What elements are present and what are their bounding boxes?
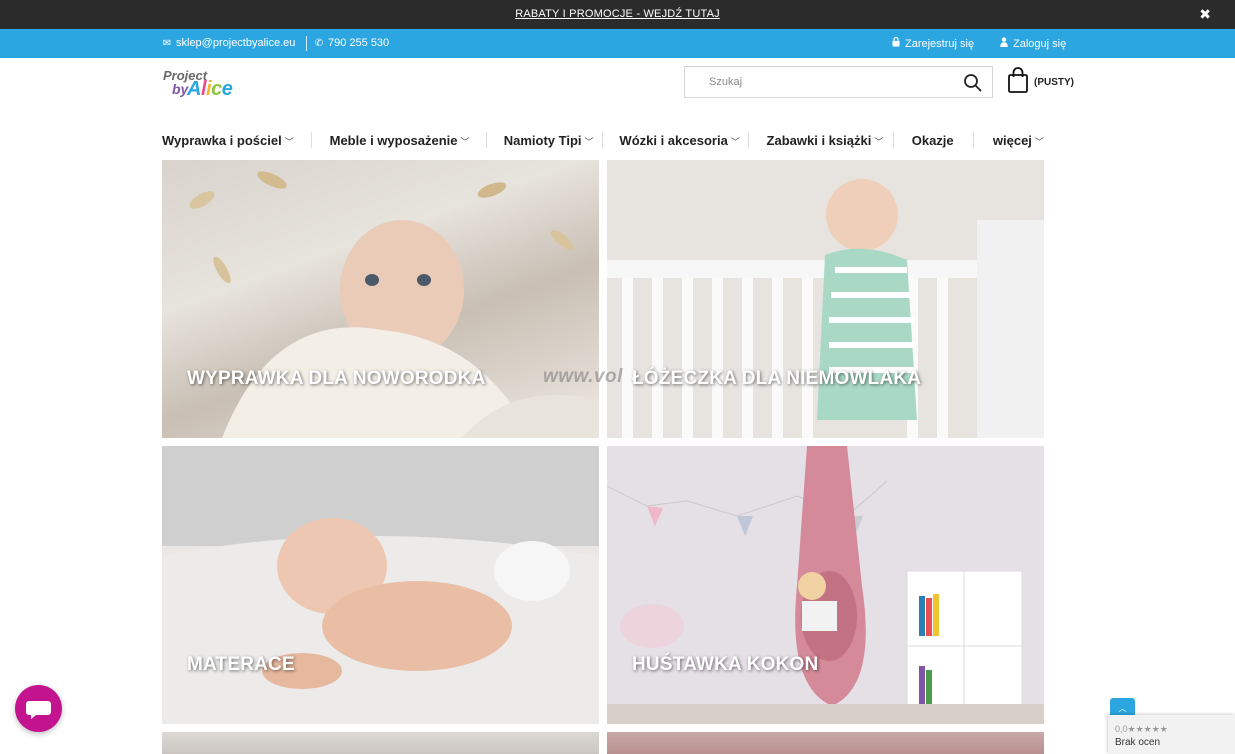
chevron-down-icon: ﹀ <box>584 136 594 147</box>
search-input[interactable] <box>685 67 955 97</box>
promo-bar: RABATY I PROMOCJE - WEJDŹ TUTAJ ✖ <box>0 0 1235 29</box>
nav-divider <box>748 132 750 148</box>
cart-button[interactable]: (PUSTY) <box>1007 66 1074 99</box>
nav-item-wiecej[interactable]: więcej ﹀ <box>993 133 1044 148</box>
user-icon <box>999 37 1009 50</box>
chevron-down-icon: ﹀ <box>460 136 470 147</box>
nav-label: Meble i wyposażenie <box>329 132 458 148</box>
chevron-up-icon: ︿ <box>1118 704 1127 713</box>
tile-caption: ŁÓŻECZKA DLA NIEMOWLAKA <box>632 368 922 389</box>
category-tile-wyprawka[interactable]: WYPRAWKA DLA NOWORODKA <box>162 160 599 438</box>
stars-icon: ★★★★★ <box>1127 724 1168 734</box>
phone-icon: ✆ <box>314 37 324 49</box>
nav-divider <box>486 132 488 148</box>
chevron-down-icon: ﹀ <box>730 136 740 147</box>
email-text: sklep@projectbyalice.eu <box>176 37 296 49</box>
reviews-label: Brak ocen <box>1115 737 1161 748</box>
chat-button[interactable] <box>15 685 62 732</box>
register-text: Zarejestruj się <box>905 37 975 50</box>
main-nav: Wyprawka i pościel ﹀ Meble i wyposażenie ﹀… <box>162 126 1044 154</box>
promo-link[interactable]: RABATY I PROMOCJE - WEJDŹ TUTAJ <box>0 8 1235 20</box>
logo-line3: Alice <box>187 78 233 100</box>
nav-item-zabawki[interactable]: Zabawki i książki ﹀ <box>767 133 884 148</box>
chevron-down-icon: ﹀ <box>874 136 884 147</box>
nav-label: Wyprawka i pościel <box>162 132 282 148</box>
nav-label: Zabawki i książki <box>766 132 872 148</box>
rating-stars: 0,0★★★★★ <box>1115 724 1168 735</box>
tile-caption: WYPRAWKA DLA NOWORODKA <box>187 368 486 389</box>
envelope-icon: ✉ <box>162 37 172 49</box>
search-box <box>684 66 993 98</box>
nav-label: więcej <box>992 132 1032 148</box>
phone-text: 790 255 530 <box>328 37 390 49</box>
login-link[interactable]: Zaloguj się <box>999 37 1066 50</box>
phone-link[interactable]: ✆ 790 255 530 <box>314 37 389 49</box>
chat-bubble-icon <box>26 701 51 719</box>
logo-line2: by <box>172 81 189 97</box>
contact-bar: ✉ sklep@projectbyalice.eu ✆ 790 255 530 … <box>0 29 1235 58</box>
nav-divider <box>892 132 894 148</box>
chevron-down-icon: ﹀ <box>284 136 294 147</box>
email-link[interactable]: ✉ sklep@projectbyalice.eu <box>162 37 296 49</box>
chevron-down-icon: ﹀ <box>1034 136 1044 147</box>
search-icon[interactable] <box>963 73 983 93</box>
nav-label: Okazje <box>911 132 954 148</box>
nav-item-wyprawka[interactable]: Wyprawka i pościel ﹀ <box>162 133 294 148</box>
close-icon[interactable]: ✖ <box>1199 6 1211 23</box>
tile-caption: MATERACE <box>187 654 295 675</box>
hanging-swing-image <box>607 446 1044 724</box>
nav-item-namioty[interactable]: Namioty Tipi ﹀ <box>504 133 594 148</box>
reviews-badge[interactable]: 0,0★★★★★ Brak ocen <box>1108 715 1235 754</box>
nav-label: Namioty Tipi <box>503 132 582 148</box>
baby-on-mattress-image <box>162 446 599 724</box>
nav-item-okazje[interactable]: Okazje <box>912 133 954 148</box>
category-tile-partial-right[interactable] <box>607 732 1044 754</box>
nav-item-wozki[interactable]: Wózki i akcesoria ﹀ <box>619 133 739 148</box>
shopping-bag-icon <box>1007 66 1029 99</box>
lock-icon <box>891 36 901 50</box>
tile-caption: HUŚTAWKA KOKON <box>632 654 819 675</box>
rating-value: 0,0 <box>1115 724 1128 734</box>
cart-label: (PUSTY) <box>1034 76 1074 88</box>
nav-divider <box>972 132 974 148</box>
nav-divider <box>601 132 603 148</box>
logo[interactable]: Project by Alice <box>163 68 241 104</box>
nav-item-meble[interactable]: Meble i wyposażenie ﹀ <box>330 133 470 148</box>
category-tile-lozeczka[interactable]: ŁÓŻECZKA DLA NIEMOWLAKA <box>607 160 1044 438</box>
baby-in-crib-image <box>607 160 1044 438</box>
category-tile-hustawka[interactable]: HUŚTAWKA KOKON <box>607 446 1044 724</box>
contact-divider <box>306 36 307 51</box>
nav-divider <box>311 132 313 148</box>
category-tile-materace[interactable]: MATERACE <box>162 446 599 724</box>
register-link[interactable]: Zarejestruj się <box>891 36 975 50</box>
nav-label: Wózki i akcesoria <box>619 132 728 148</box>
baby-with-blanket-image <box>189 171 599 438</box>
category-tile-partial-left[interactable] <box>162 732 599 754</box>
watermark-text: www.vol <box>543 366 623 387</box>
login-text: Zaloguj się <box>1013 37 1067 50</box>
